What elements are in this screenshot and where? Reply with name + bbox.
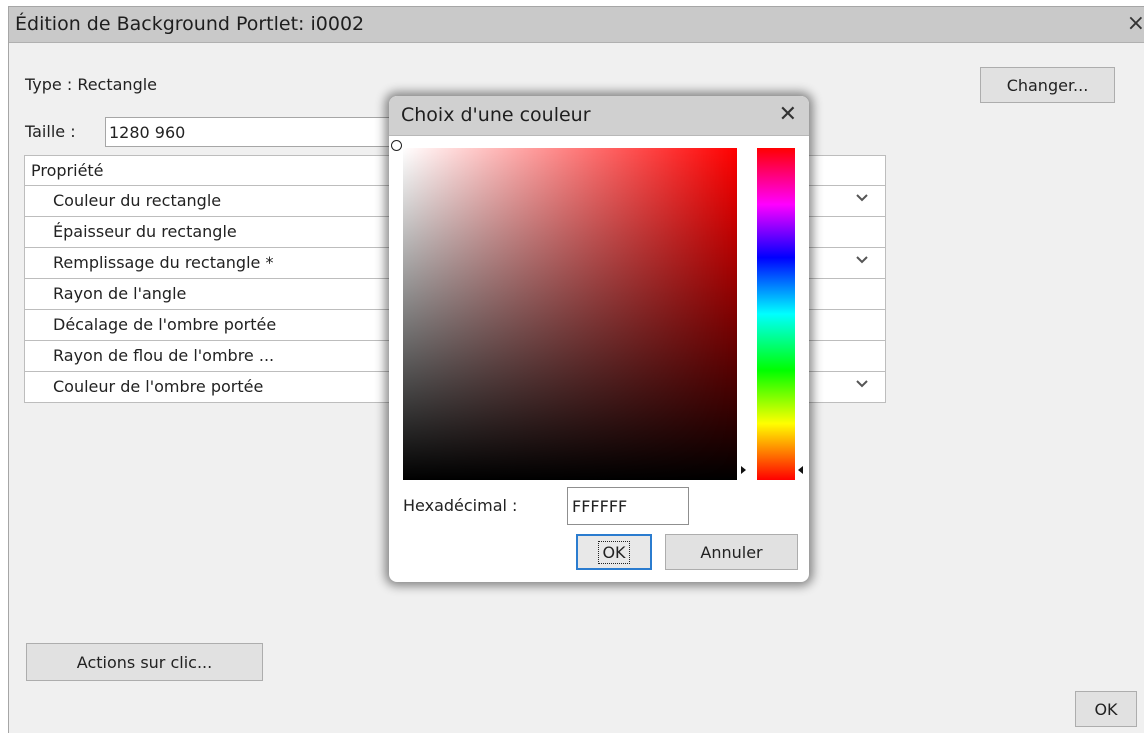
hex-label: Hexadécimal :: [403, 496, 518, 515]
property-label: Épaisseur du rectangle: [53, 222, 237, 241]
chevron-down-icon[interactable]: [855, 377, 869, 391]
hue-marker-left-icon[interactable]: [741, 466, 746, 474]
dialog-titlebar[interactable]: Édition de Background Portlet: i0002 ×: [9, 7, 1144, 43]
dialog-ok-button[interactable]: OK: [1075, 691, 1137, 727]
close-icon[interactable]: ×: [1127, 11, 1144, 36]
color-picker-dialog: Choix d'une couleur ✕ Hexadécimal : OK A…: [389, 96, 809, 582]
color-selection-cursor[interactable]: [391, 140, 402, 151]
property-label: Remplissage du rectangle *: [53, 253, 274, 272]
color-ok-label: OK: [598, 540, 630, 564]
dialog-title: Édition de Background Portlet: i0002: [15, 13, 365, 35]
hex-input[interactable]: [567, 487, 689, 525]
chevron-down-icon[interactable]: [855, 191, 869, 205]
color-picker-title: Choix d'une couleur: [401, 104, 591, 126]
column-header-property: Propriété: [31, 161, 104, 180]
property-label: Couleur du rectangle: [53, 191, 222, 210]
hue-marker-right-icon[interactable]: [798, 466, 803, 474]
property-label: Rayon de l'angle: [53, 284, 187, 303]
property-label: Décalage de l'ombre portée: [53, 315, 277, 334]
property-label: Couleur de l'ombre portée: [53, 377, 264, 396]
actions-on-click-button[interactable]: Actions sur clic...: [26, 643, 263, 681]
chevron-down-icon[interactable]: [855, 253, 869, 267]
color-picker-titlebar[interactable]: Choix d'une couleur ✕: [389, 96, 809, 136]
property-label: Rayon de flou de l'ombre ...: [53, 346, 275, 365]
color-cancel-button[interactable]: Annuler: [665, 534, 798, 570]
color-ok-button[interactable]: OK: [576, 534, 652, 570]
close-icon[interactable]: ✕: [779, 102, 797, 127]
saturation-value-area[interactable]: [403, 148, 737, 480]
type-label: Type : Rectangle: [25, 75, 158, 94]
size-label: Taille :: [25, 122, 76, 141]
size-input[interactable]: [105, 117, 397, 147]
hue-slider[interactable]: [757, 148, 795, 480]
change-type-button[interactable]: Changer...: [980, 67, 1115, 103]
